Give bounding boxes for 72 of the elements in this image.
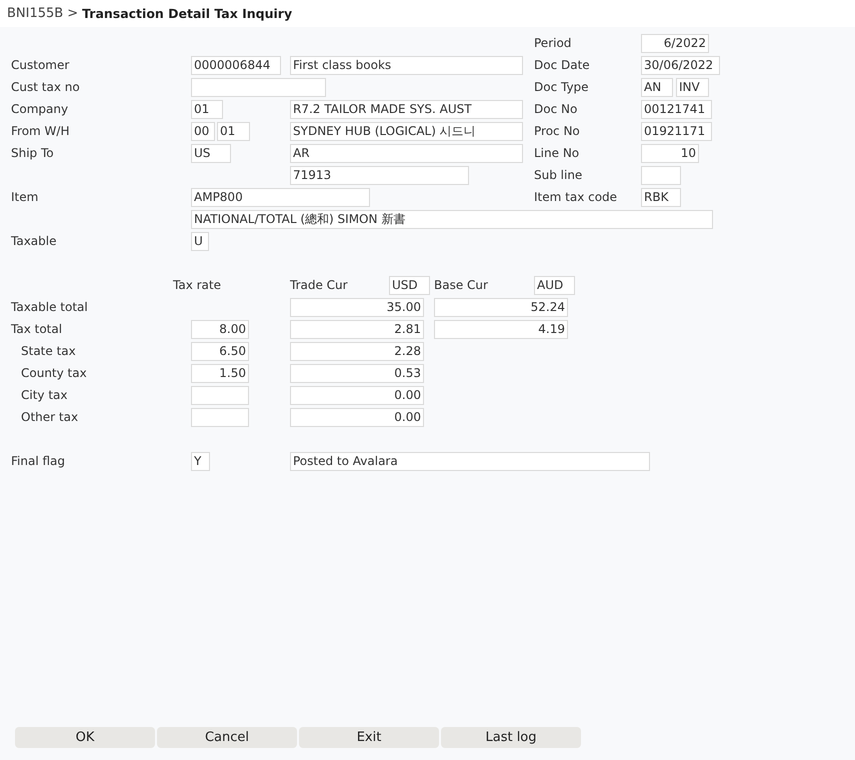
column-heading: Trade Cur (290, 278, 349, 292)
text-field[interactable]: 01921171 (641, 122, 712, 140)
column-heading: Base Cur (434, 278, 489, 292)
field-label: Customer (11, 58, 70, 72)
text-field[interactable]: 71913 (290, 166, 469, 184)
field-label: Tax total (11, 322, 62, 336)
flag-field[interactable]: Y (191, 452, 210, 470)
field-label: Item (11, 190, 38, 204)
field-label: Other tax (21, 410, 78, 424)
text-field[interactable]: 52.24 (434, 298, 568, 316)
field-label: Doc Date (534, 58, 590, 72)
text-field[interactable]: RBK (641, 188, 681, 206)
text-field[interactable]: AMP800 (191, 188, 370, 206)
field-label: Doc Type (534, 80, 589, 94)
text-field[interactable]: US (191, 144, 231, 162)
text-field[interactable] (191, 386, 249, 404)
text-field[interactable]: 35.00 (290, 298, 424, 316)
text-field[interactable]: 4.19 (434, 320, 568, 338)
action-button[interactable]: Exit (299, 727, 439, 748)
field-label: From W/H (11, 124, 70, 138)
text-field[interactable]: 30/06/2022 (641, 56, 720, 74)
field-label: Taxable total (11, 300, 88, 314)
field-label: Item tax code (534, 190, 618, 204)
text-field[interactable] (191, 408, 249, 426)
window-title: Transaction Detail Tax Inquiry (82, 6, 292, 21)
text-field[interactable]: 0.00 (290, 408, 424, 426)
text-field[interactable]: 2.28 (290, 342, 424, 360)
text-field[interactable]: 2.81 (290, 320, 424, 338)
column-heading: Tax rate (173, 278, 221, 292)
action-button[interactable]: Cancel (157, 727, 297, 748)
text-field[interactable]: NATIONAL/TOTAL (總和) SIMON 新書 (191, 210, 713, 228)
text-field[interactable]: First class books (290, 56, 523, 74)
text-field[interactable]: 6/2022 (641, 34, 709, 52)
text-field[interactable]: 00 (191, 122, 215, 140)
text-field[interactable]: 8.00 (191, 320, 249, 338)
field-label: State tax (21, 344, 76, 358)
text-field[interactable] (641, 166, 681, 184)
text-field[interactable]: R7.2 TAILOR MADE SYS. AUST (290, 100, 523, 118)
field-label: Line No (534, 146, 580, 160)
text-field[interactable]: 0000006844 (191, 56, 281, 74)
text-field[interactable] (191, 78, 326, 96)
field-label: Proc No (534, 124, 580, 138)
field-label: Ship To (11, 146, 54, 160)
action-button[interactable]: OK (15, 727, 155, 748)
field-label: County tax (21, 366, 87, 380)
text-field[interactable]: AR (290, 144, 523, 162)
text-field[interactable]: 0.00 (290, 386, 424, 404)
text-field[interactable]: 01 (191, 100, 223, 118)
text-field[interactable]: AN (641, 78, 673, 96)
text-field[interactable]: 01 (217, 122, 250, 140)
text-field[interactable]: U (191, 232, 209, 250)
field-label: City tax (21, 388, 68, 402)
field-label: Company (11, 102, 68, 116)
text-field[interactable]: INV (676, 78, 709, 96)
field-label: Period (534, 36, 572, 50)
field-label: Final flag (11, 454, 65, 468)
currency-field[interactable]: AUD (534, 276, 575, 294)
text-field[interactable]: 00121741 (641, 100, 712, 118)
currency-field[interactable]: USD (389, 276, 430, 294)
text-field[interactable]: 10 (641, 144, 699, 162)
text-field[interactable]: 6.50 (191, 342, 249, 360)
action-button[interactable]: Last log (441, 727, 581, 748)
field-label: Doc No (534, 102, 578, 116)
program-code: BNI155B (7, 6, 64, 21)
text-field[interactable]: SYDNEY HUB (LOGICAL) 시드니 (290, 122, 523, 140)
field-label: Cust tax no (11, 80, 80, 94)
field-label: Sub line (534, 168, 582, 182)
status-field[interactable]: Posted to Avalara (290, 452, 650, 470)
text-field[interactable]: 1.50 (191, 364, 249, 382)
field-label: Taxable (11, 234, 56, 248)
text-field[interactable]: 0.53 (290, 364, 424, 382)
breadcrumb-separator: > (67, 6, 78, 21)
